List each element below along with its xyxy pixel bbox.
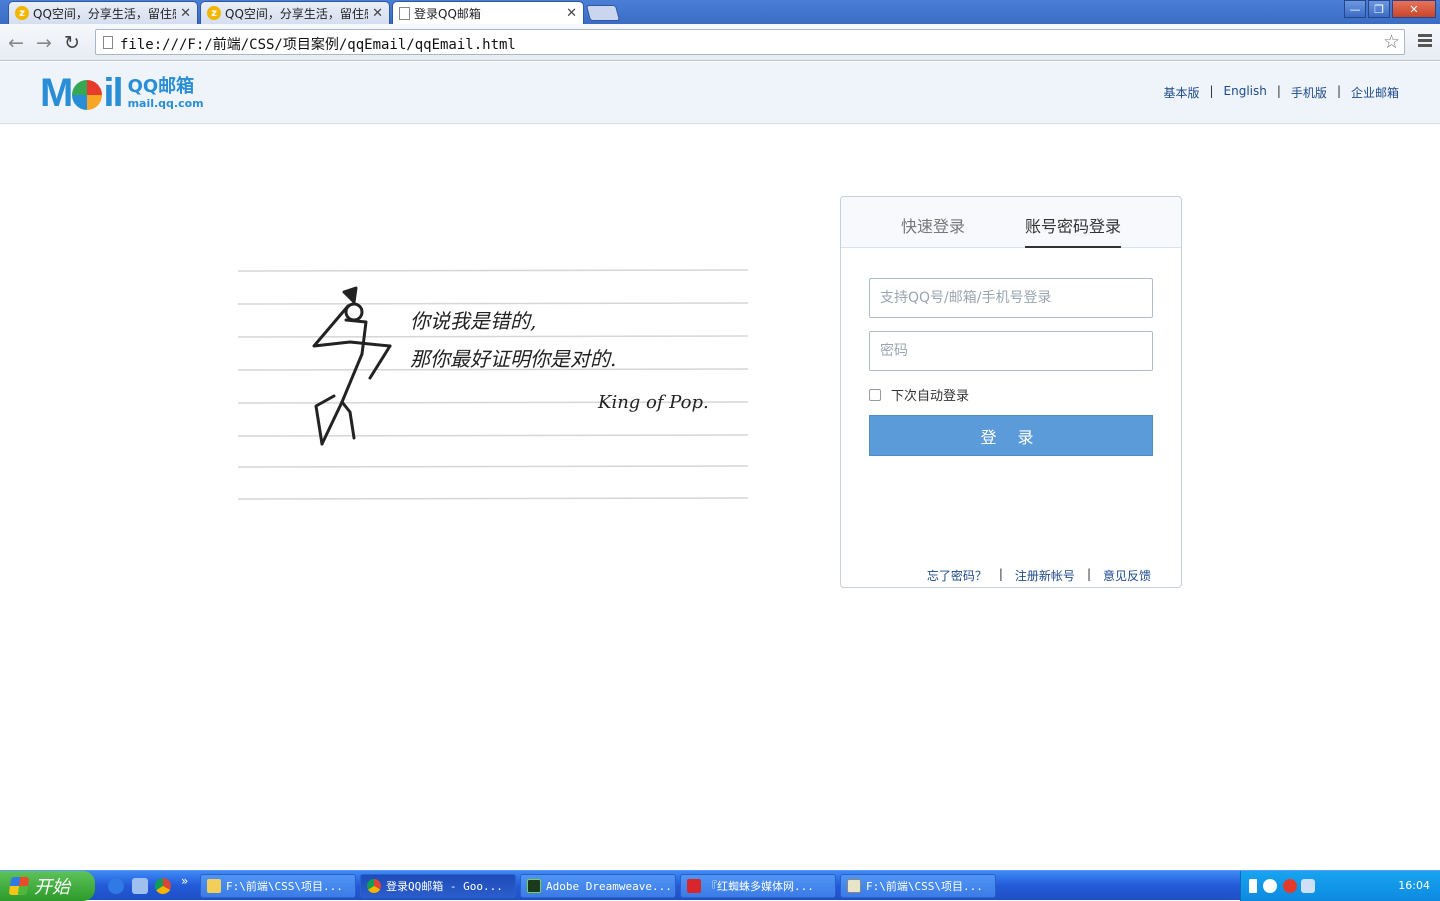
- dreamweaver-icon: [527, 879, 541, 893]
- login-button[interactable]: 登 录: [869, 415, 1153, 456]
- feedback-link[interactable]: 意见反馈: [1103, 567, 1151, 584]
- link-mobile[interactable]: 手机版: [1291, 84, 1327, 101]
- link-separator: |: [998, 567, 1003, 581]
- login-footer-links: 忘了密码？ | 注册新帐号 | 意见反馈: [927, 567, 1151, 584]
- qzone-icon: z: [15, 6, 29, 20]
- link-separator: |: [1209, 84, 1214, 98]
- minimize-button[interactable]: —: [1344, 0, 1366, 18]
- quote-illustration: 你说我是错的, 那你最好证明你是对的. King of Pop.: [237, 262, 758, 512]
- link-separator: |: [1086, 567, 1091, 581]
- auto-login-checkbox[interactable]: [869, 388, 881, 401]
- auto-login-label: 下次自动登录: [891, 389, 970, 404]
- browser-tabstrip: z QQ空间，分享生活，留住感动 ✕ z QQ空间，分享生活，留住感动 ✕ 登录…: [0, 0, 1440, 24]
- usb-icon[interactable]: [1249, 879, 1257, 893]
- link-separator: |: [1336, 84, 1341, 98]
- task-chrome[interactable]: 登录QQ邮箱 - Goo...: [360, 874, 516, 898]
- windows-taskbar: 开始 » F:\前端\CSS\项目... 登录QQ邮箱 - Goo... Ado…: [0, 870, 1440, 901]
- tab-title: QQ空间，分享生活，留住感动: [33, 6, 176, 21]
- tab-title: 登录QQ邮箱: [414, 6, 481, 21]
- quote-signature: King of Pop.: [597, 392, 709, 413]
- folder-icon: [207, 879, 221, 893]
- quote-line-2: 那你最好证明你是对的.: [410, 347, 616, 371]
- qzone-icon: z: [207, 6, 221, 20]
- close-tab-icon[interactable]: ✕: [372, 6, 383, 21]
- blocked-icon[interactable]: [1283, 879, 1297, 893]
- tab-title: QQ空间，分享生活，留住感动: [225, 6, 368, 21]
- auto-login-option[interactable]: 下次自动登录: [869, 385, 969, 404]
- chrome-icon[interactable]: [155, 878, 171, 894]
- register-link[interactable]: 注册新帐号: [1015, 567, 1075, 584]
- close-tab-icon[interactable]: ✕: [180, 6, 191, 21]
- logo-mark: Mil: [40, 71, 124, 115]
- browser-tab-qqmail[interactable]: 登录QQ邮箱 ✕: [392, 1, 584, 24]
- restore-button[interactable]: ❐: [1368, 0, 1390, 18]
- notepad-icon: [847, 879, 861, 893]
- task-multimedia[interactable]: 『红蜘蛛多媒体网...: [680, 874, 836, 898]
- bookmark-star-icon[interactable]: ☆: [1383, 31, 1400, 53]
- task-label: F:\前端\CSS\项目...: [866, 880, 983, 893]
- tab-quick-login[interactable]: 快速登录: [901, 213, 965, 237]
- reload-icon[interactable]: ↻: [64, 32, 80, 54]
- site-header: Mil QQ邮箱 mail.qq.com 基本版 | English | 手机版…: [0, 62, 1440, 124]
- menu-icon[interactable]: [1418, 34, 1432, 49]
- logo-domain: mail.qq.com: [127, 96, 204, 110]
- app-icon: [687, 879, 701, 893]
- quote-line-1: 你说我是错的,: [410, 309, 536, 333]
- address-bar[interactable]: file:///F:/前端/CSS/项目案例/qqEmail/qqEmail.h…: [95, 29, 1405, 55]
- task-notepad[interactable]: F:\前端\CSS\项目...: [840, 874, 996, 898]
- network-icon[interactable]: [1301, 879, 1315, 893]
- windows-flag-icon: [8, 877, 30, 895]
- link-separator: |: [1276, 84, 1281, 98]
- header-links: 基本版 | English | 手机版 | 企业邮箱: [1163, 84, 1399, 101]
- task-label: F:\前端\CSS\项目...: [226, 880, 343, 893]
- close-tab-icon[interactable]: ✕: [566, 6, 577, 21]
- username-input[interactable]: [870, 279, 1152, 317]
- url-text: file:///F:/前端/CSS/项目案例/qqEmail/qqEmail.h…: [120, 37, 516, 53]
- system-tray: 16:04: [1240, 871, 1440, 901]
- close-window-button[interactable]: ✕: [1392, 0, 1436, 18]
- quicklaunch-more-icon[interactable]: »: [181, 874, 188, 888]
- link-basic-version[interactable]: 基本版: [1163, 84, 1199, 101]
- browser-tab-qzone-1[interactable]: z QQ空间，分享生活，留住感动 ✕: [8, 1, 198, 24]
- ie-icon[interactable]: [108, 878, 124, 894]
- page-icon: [103, 36, 113, 49]
- password-field[interactable]: [869, 331, 1153, 371]
- start-button[interactable]: 开始: [0, 871, 95, 901]
- logo-title: QQ邮箱: [127, 75, 195, 97]
- username-field[interactable]: [869, 278, 1153, 318]
- task-label: 『红蜘蛛多媒体网...: [706, 880, 814, 893]
- clock[interactable]: 16:04: [1398, 879, 1430, 892]
- task-label: 登录QQ邮箱 - Goo...: [386, 880, 503, 893]
- password-input[interactable]: [870, 332, 1152, 370]
- forward-icon[interactable]: →: [36, 32, 52, 54]
- page-icon: [399, 6, 410, 20]
- new-tab-button[interactable]: [585, 5, 621, 21]
- login-tabs: 快速登录 账号密码登录: [841, 197, 1181, 248]
- tab-account-login[interactable]: 账号密码登录: [1025, 213, 1122, 248]
- back-icon[interactable]: ←: [8, 32, 24, 54]
- qqmail-logo[interactable]: Mil QQ邮箱 mail.qq.com: [40, 73, 204, 113]
- link-english[interactable]: English: [1224, 84, 1267, 101]
- chrome-icon: [367, 879, 381, 893]
- show-desktop-icon[interactable]: [132, 878, 148, 894]
- forgot-password-link[interactable]: 忘了密码？: [927, 567, 987, 584]
- start-label: 开始: [34, 877, 70, 898]
- collapse-tray-icon[interactable]: [1263, 879, 1277, 893]
- login-panel: 快速登录 账号密码登录 下次自动登录 登 录 忘了密码？ | 注册新帐号 | 意…: [840, 196, 1182, 588]
- link-enterprise[interactable]: 企业邮箱: [1351, 84, 1399, 101]
- task-label: Adobe Dreamweave...: [546, 879, 672, 893]
- task-explorer-1[interactable]: F:\前端\CSS\项目...: [200, 874, 356, 898]
- task-dreamweaver[interactable]: Adobe Dreamweave...: [520, 874, 676, 898]
- ruled-paper-lines: 你说我是错的, 那你最好证明你是对的. King of Pop.: [237, 269, 749, 500]
- browser-tab-qzone-2[interactable]: z QQ空间，分享生活，留住感动 ✕: [200, 1, 390, 24]
- dancer-figure: [312, 286, 392, 446]
- browser-toolbar: ← → ↻ file:///F:/前端/CSS/项目案例/qqEmail/qqE…: [0, 24, 1440, 61]
